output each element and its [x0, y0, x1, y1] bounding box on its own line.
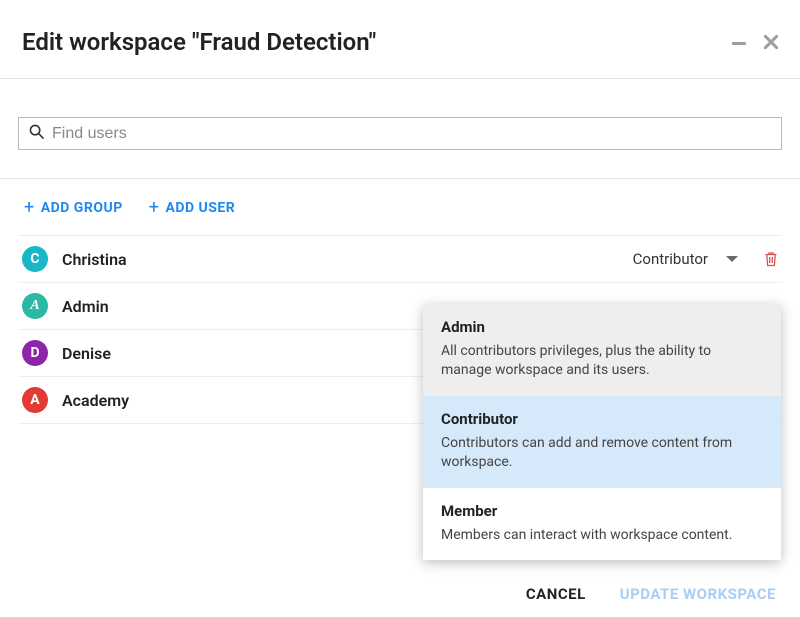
close-icon	[764, 35, 778, 49]
plus-icon: +	[149, 199, 160, 217]
edit-workspace-dialog: Edit workspace "Fraud Detection" + ADD G…	[0, 0, 800, 617]
role-select[interactable]: Contributor	[633, 250, 738, 268]
role-option-contributor[interactable]: Contributor Contributors can add and rem…	[423, 396, 781, 488]
role-label: Contributor	[633, 250, 708, 268]
role-option-title: Member	[441, 502, 763, 520]
dialog-header: Edit workspace "Fraud Detection"	[0, 0, 800, 79]
chevron-down-icon	[726, 256, 738, 262]
minimize-button[interactable]	[732, 32, 746, 52]
add-user-button[interactable]: + ADD USER	[149, 199, 236, 217]
minimize-icon	[732, 42, 746, 45]
add-group-label: ADD GROUP	[41, 200, 123, 216]
user-name: Christina	[62, 250, 633, 269]
role-option-desc: Contributors can add and remove content …	[441, 434, 763, 472]
add-group-button[interactable]: + ADD GROUP	[24, 199, 123, 217]
role-option-desc: All contributors privileges, plus the ab…	[441, 342, 763, 380]
role-option-desc: Members can interact with workspace cont…	[441, 526, 763, 545]
avatar: A	[22, 293, 48, 319]
close-button[interactable]	[764, 32, 778, 52]
role-option-member[interactable]: Member Members can interact with workspa…	[423, 488, 781, 561]
dialog-footer: CANCEL UPDATE WORKSPACE	[526, 585, 776, 603]
search-icon	[29, 124, 44, 143]
avatar: C	[22, 246, 48, 272]
actions-row: + ADD GROUP + ADD USER	[0, 179, 800, 227]
avatar: D	[22, 340, 48, 366]
search-section	[0, 79, 800, 179]
avatar: A	[22, 387, 48, 413]
dialog-title: Edit workspace "Fraud Detection"	[22, 28, 376, 56]
update-workspace-button[interactable]: UPDATE WORKSPACE	[620, 585, 776, 603]
user-row: C Christina Contributor	[18, 235, 782, 283]
cancel-button[interactable]: CANCEL	[526, 585, 586, 603]
role-option-admin[interactable]: Admin All contributors privileges, plus …	[423, 304, 781, 396]
role-dropdown: Admin All contributors privileges, plus …	[423, 304, 781, 560]
add-user-label: ADD USER	[165, 200, 235, 216]
role-option-title: Contributor	[441, 410, 763, 428]
search-box[interactable]	[18, 117, 782, 150]
search-input[interactable]	[52, 125, 771, 143]
delete-user-button[interactable]	[764, 251, 778, 267]
role-option-title: Admin	[441, 318, 763, 336]
plus-icon: +	[24, 199, 35, 217]
trash-icon	[764, 251, 778, 267]
window-controls	[732, 32, 778, 52]
